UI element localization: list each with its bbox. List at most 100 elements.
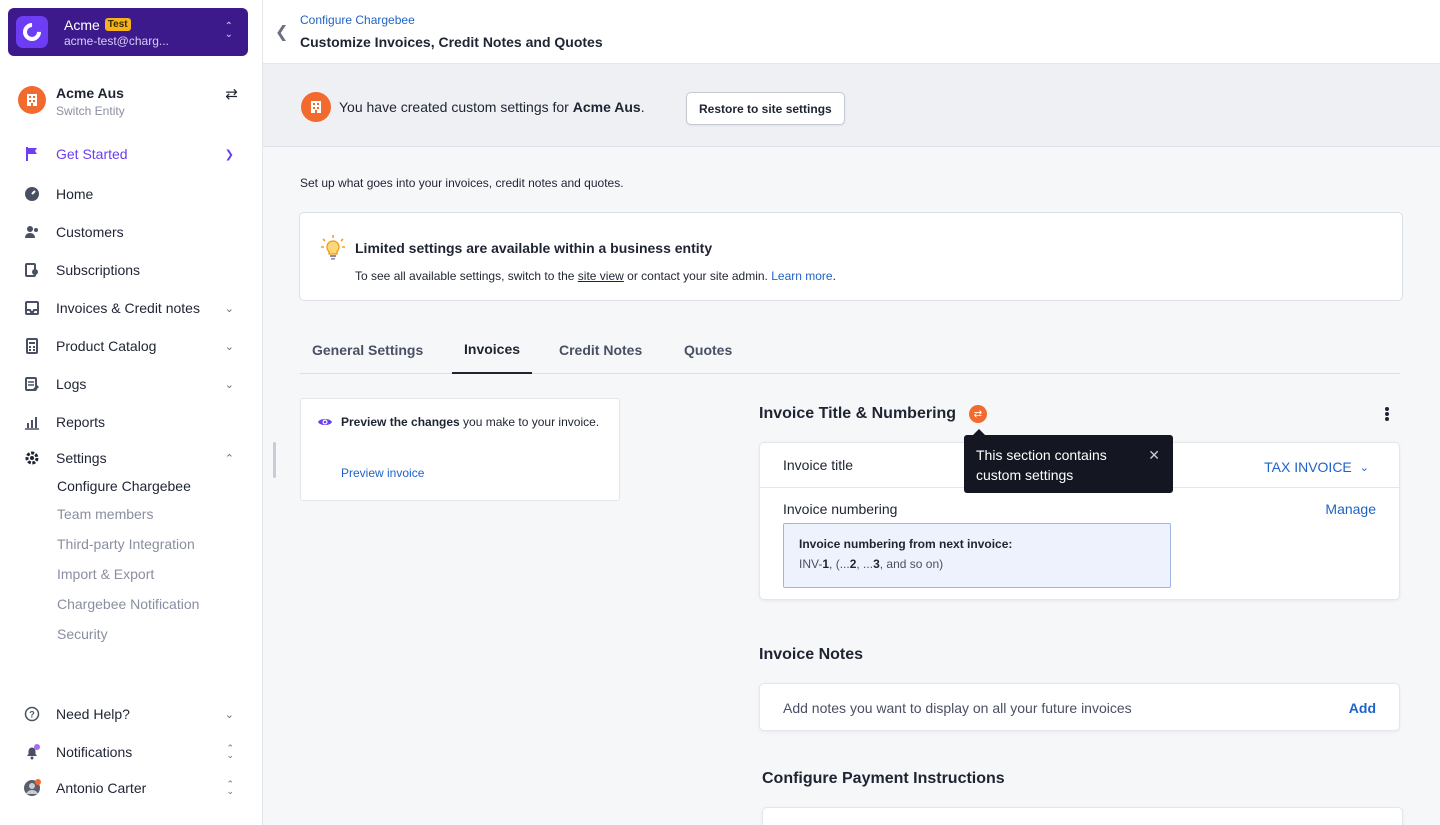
- intro-text: Set up what goes into your invoices, cre…: [300, 176, 624, 190]
- eye-icon: [317, 415, 333, 433]
- chevron-up-icon: ⌃: [224, 452, 234, 465]
- sidebar-item-logs[interactable]: Logs ⌄: [22, 372, 238, 396]
- updown-chevron-icon: ⌃ ⌄: [224, 21, 233, 40]
- numbering-preview-box: Invoice numbering from next invoice: INV…: [783, 523, 1171, 588]
- invoice-title-label: Invoice title: [783, 457, 854, 473]
- account-email: acme-test@charg...: [64, 33, 169, 48]
- sidebar-subitem-chargebee-notification[interactable]: Chargebee Notification: [57, 596, 199, 612]
- back-chevron-icon[interactable]: ❮: [275, 22, 288, 42]
- custom-settings-tooltip: This section contains custom settings ✕: [964, 429, 1173, 493]
- resize-handle[interactable]: [273, 442, 276, 478]
- logs-icon: [22, 376, 42, 392]
- svg-text:?: ?: [29, 710, 35, 720]
- sidebar-item-subscriptions[interactable]: Subscriptions: [22, 258, 238, 282]
- invoice-notes-card: Add notes you want to display on all you…: [759, 683, 1400, 731]
- sidebar-subitem-third-party-integration[interactable]: Third-party Integration: [57, 536, 195, 552]
- invoice-title-section-heading: Invoice Title & Numbering: [759, 405, 957, 422]
- sidebar-subitem-configure-chargebee[interactable]: Configure Chargebee: [57, 478, 191, 494]
- chevron-down-icon: ⌄: [224, 708, 234, 721]
- chevron-down-icon: ⌄: [224, 302, 234, 315]
- tab-invoices[interactable]: Invoices: [452, 335, 533, 374]
- sidebar-item-settings[interactable]: Settings ⌃: [22, 446, 238, 470]
- users-icon: [22, 224, 42, 240]
- entity-name: Acme Aus: [56, 85, 124, 101]
- custom-banner-text: You have created custom settings for Acm…: [339, 99, 645, 115]
- entity-subtitle: Switch Entity: [56, 104, 125, 118]
- custom-settings-banner: You have created custom settings for Acm…: [263, 64, 1440, 147]
- tooltip-text: This section contains custom settings: [976, 447, 1107, 483]
- limited-settings-title: Limited settings are available within a …: [355, 240, 713, 256]
- sidebar-item-label: Home: [56, 186, 94, 202]
- sidebar-item-customers[interactable]: Customers: [22, 220, 238, 244]
- chevron-down-icon: ⌄: [1359, 461, 1369, 474]
- sidebar-item-label: Need Help?: [56, 706, 130, 722]
- inbox-icon: [22, 300, 42, 316]
- sidebar-item-label: Product Catalog: [56, 338, 157, 354]
- sidebar-item-home[interactable]: Home: [22, 182, 238, 206]
- invoice-notes-text: Add notes you want to display on all you…: [783, 700, 1132, 716]
- sidebar-item-label: Reports: [56, 414, 106, 430]
- tab-general-settings[interactable]: General Settings: [300, 335, 435, 374]
- sidebar-item-label: Invoices & Credit notes: [56, 300, 200, 316]
- payment-instructions-heading: Configure Payment Instructions: [762, 770, 1005, 787]
- sidebar-item-invoices[interactable]: Invoices & Credit notes ⌄: [22, 296, 238, 320]
- sidebar-item-label: Logs: [56, 376, 87, 392]
- invoice-notes-heading: Invoice Notes: [759, 646, 864, 663]
- lightbulb-icon: [320, 233, 346, 266]
- sidebar-item-label: Customers: [56, 224, 124, 240]
- account-switcher[interactable]: Acme Test acme-test@charg... ⌃ ⌄: [8, 8, 248, 56]
- chart-icon: [22, 414, 42, 430]
- chevron-right-icon: ❯: [224, 148, 234, 161]
- sidebar-item-notifications[interactable]: Notifications ⌃ ⌄: [22, 740, 238, 764]
- banner-entity-name: Acme Aus: [572, 99, 641, 115]
- preview-invoice-link[interactable]: Preview invoice: [341, 466, 424, 480]
- page-title: Customize Invoices, Credit Notes and Quo…: [300, 34, 603, 50]
- close-icon[interactable]: ✕: [1148, 447, 1160, 464]
- sidebar-item-label: Subscriptions: [56, 262, 141, 278]
- sidebar-item-label: Antonio Carter: [56, 780, 147, 796]
- chargebee-logo-icon: [16, 16, 48, 48]
- payment-instructions-card: [762, 807, 1403, 825]
- building-icon: [18, 86, 46, 114]
- invoice-title-select[interactable]: TAX INVOICE ⌄: [1264, 459, 1369, 475]
- entity-switcher[interactable]: Acme Aus Switch Entity ⇄: [18, 85, 242, 118]
- custom-settings-indicator-icon[interactable]: ⇄: [969, 405, 987, 423]
- account-name: Acme: [64, 16, 100, 33]
- sidebar-item-product-catalog[interactable]: Product Catalog ⌄: [22, 334, 238, 358]
- preview-card: Preview the changes you make to your inv…: [300, 398, 620, 501]
- tab-quotes[interactable]: Quotes: [672, 335, 744, 374]
- sidebar-item-reports[interactable]: Reports: [22, 410, 238, 434]
- sidebar-item-user[interactable]: Antonio Carter ⌃ ⌄: [22, 776, 238, 800]
- chevron-down-icon: ⌄: [224, 340, 234, 353]
- updown-chevron-icon: ⌃ ⌄: [226, 779, 234, 796]
- sidebar-item-label: Get Started: [56, 146, 128, 162]
- gear-icon: [22, 450, 42, 466]
- help-icon: ?: [22, 706, 42, 722]
- test-badge: Test: [104, 18, 131, 31]
- manage-numbering-link[interactable]: Manage: [1325, 501, 1376, 517]
- sidebar-subitem-team-members[interactable]: Team members: [57, 506, 153, 522]
- add-notes-link[interactable]: Add: [1349, 700, 1376, 716]
- bell-icon: [22, 744, 42, 760]
- sidebar-item-label: Settings: [56, 450, 107, 466]
- restore-site-settings-button[interactable]: Restore to site settings: [686, 92, 845, 125]
- sidebar-item-need-help[interactable]: ? Need Help? ⌄: [22, 702, 238, 726]
- limited-settings-desc: To see all available settings, switch to…: [355, 269, 836, 283]
- building-icon: [301, 92, 331, 122]
- sidebar-subitem-import-export[interactable]: Import & Export: [57, 566, 154, 582]
- flag-icon: [22, 146, 42, 162]
- subscription-icon: [22, 262, 42, 278]
- switch-arrows-icon[interactable]: ⇄: [225, 85, 238, 103]
- updown-chevron-icon: ⌃ ⌄: [226, 743, 234, 760]
- breadcrumb[interactable]: Configure Chargebee: [300, 13, 415, 27]
- learn-more-link[interactable]: Learn more: [771, 269, 832, 283]
- chevron-down-icon: ⌄: [224, 378, 234, 391]
- tab-credit-notes[interactable]: Credit Notes: [547, 335, 654, 374]
- more-options-icon[interactable]: [1381, 404, 1393, 424]
- numbering-preview-title: Invoice numbering from next invoice:: [799, 537, 1013, 551]
- sidebar-subitem-security[interactable]: Security: [57, 626, 108, 642]
- sidebar-item-get-started[interactable]: Get Started ❯: [22, 142, 238, 166]
- dashboard-icon: [22, 186, 42, 202]
- limited-settings-alert: Limited settings are available within a …: [299, 212, 1403, 301]
- site-view-link[interactable]: site view: [578, 269, 624, 283]
